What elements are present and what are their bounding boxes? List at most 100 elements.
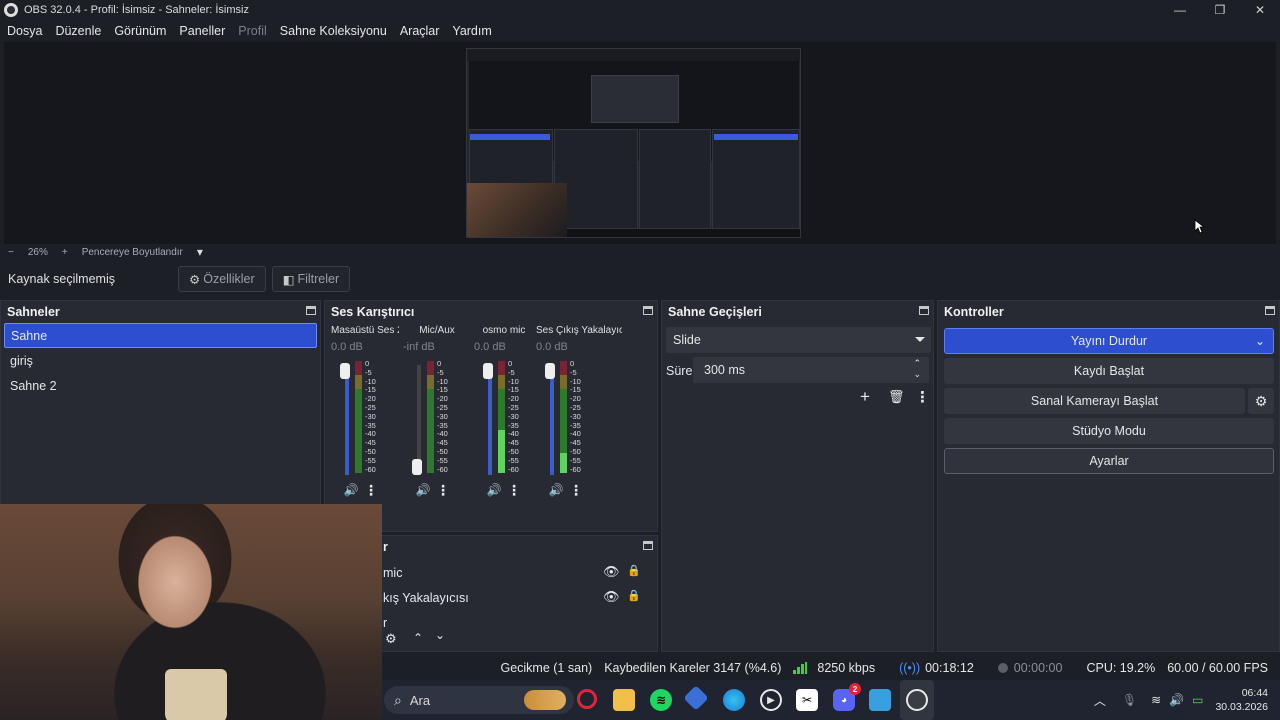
scene-item[interactable]: Sahne (4, 323, 317, 348)
volume-slider-track[interactable] (345, 365, 349, 475)
zoom-out-button[interactable]: − (8, 247, 14, 258)
lock-icon[interactable]: 🔒 (627, 589, 641, 602)
scene-item[interactable]: giriş (4, 348, 317, 373)
close-button[interactable]: ✕ (1240, 0, 1280, 20)
clock[interactable]: 06:44 30.03.2026 (1215, 686, 1268, 714)
delay-status: Gecikme (1 san) (500, 661, 593, 675)
db-tick-label: -60 (570, 464, 581, 474)
volume-slider-handle[interactable] (340, 363, 350, 379)
undock-icon[interactable] (643, 306, 653, 315)
eye-icon[interactable]: 👁 (603, 564, 620, 580)
fit-to-window-label[interactable]: Pencereye Boyutlandır (82, 247, 183, 258)
capcut-icon[interactable]: ✂ (796, 689, 818, 711)
zoom-dropdown-icon[interactable]: ▾ (197, 245, 203, 259)
mixer-channel: Masaüstü Ses 2 0.0 dB 0 -5 -10 -15 -20 -25 -30 -3… (329, 323, 399, 505)
minimize-button[interactable]: — (1160, 0, 1200, 20)
search-icon: ⌕ (394, 691, 402, 708)
microphone-icon[interactable]: 🎙 (1122, 693, 1137, 707)
db-scale: 0 -5 -10 -15 -20 -25 -30 -35 -40 -45 -50 -55 -60 (365, 359, 376, 474)
menu-scene-collection[interactable]: Sahne Koleksiyonu (273, 24, 393, 38)
undock-icon[interactable] (306, 306, 316, 315)
chevron-down-icon[interactable]: ⌄ (435, 628, 445, 642)
taskbar-search[interactable]: ⌕ Ara (384, 686, 574, 714)
volume-slider-handle[interactable] (412, 459, 422, 475)
menu-tools[interactable]: Araçlar (393, 24, 446, 38)
more-menu-icon[interactable]: ⋮ (361, 481, 381, 499)
fps-status: 60.00 / 60.00 FPS (1167, 661, 1268, 675)
title-bar: OBS 32.0.4 - Profil: İsimsiz - Sahneler:… (0, 0, 1280, 20)
source-item[interactable]: r (383, 616, 387, 630)
transition-select[interactable]: Slide (666, 327, 931, 353)
volume-slider-track[interactable] (488, 365, 492, 475)
volume-icon[interactable]: 🔊 (1169, 693, 1184, 707)
discord-icon[interactable]: ◕ 2 (833, 683, 861, 711)
sources-title: r (383, 540, 388, 554)
trash-icon[interactable]: 🗑 (888, 389, 905, 405)
filters-button[interactable]: ◧ Filtreler (271, 266, 351, 292)
mixer-channels: Masaüstü Ses 2 0.0 dB 0 -5 -10 -15 -20 -25 -30 -3… (329, 323, 622, 505)
speaker-icon[interactable]: 🔊 (413, 481, 433, 499)
menu-file[interactable]: Dosya (0, 24, 48, 38)
menu-profile[interactable]: Profil (231, 24, 272, 38)
channel-db: 0.0 dB (331, 341, 363, 353)
start-virtualcam-button[interactable]: Sanal Kamerayı Başlat (944, 388, 1245, 414)
scene-item[interactable]: Sahne 2 (4, 373, 317, 398)
gear-icon[interactable]: ⚙ (385, 631, 397, 647)
menu-docks[interactable]: Paneller (172, 24, 231, 38)
search-highlight-image (524, 690, 566, 710)
add-transition-icon[interactable]: + (860, 387, 870, 407)
filter-icon: ◧ (282, 272, 295, 287)
duration-spinbox[interactable]: 300 ms ⌃ ⌄ (693, 357, 929, 383)
more-menu-icon[interactable]: ⋮ (566, 481, 586, 499)
volume-slider-handle[interactable] (545, 363, 555, 379)
transitions-dock: Sahne Geçişleri Slide Süre 300 ms ⌃ ⌄ + 🗑… (661, 300, 934, 652)
settings-button[interactable]: Ayarlar (944, 448, 1274, 474)
more-menu-icon[interactable]: ⋮ (915, 388, 930, 406)
zoom-in-button[interactable]: + (62, 247, 68, 258)
speaker-icon[interactable]: 🔊 (546, 481, 566, 499)
more-menu-icon[interactable]: ⋮ (433, 481, 453, 499)
maximize-button[interactable]: ❐ (1200, 0, 1240, 20)
cpu-status: CPU: 19.2% (1086, 661, 1156, 675)
source-item[interactable]: kış Yakalayıcısı (383, 591, 469, 605)
source-item[interactable]: mic (383, 566, 402, 580)
volume-slider-handle[interactable] (483, 363, 493, 379)
channel-db: -inf dB (403, 341, 435, 353)
more-menu-icon[interactable]: ⋮ (504, 481, 524, 499)
channel-name: Ses Çıkış Yakalayıcısı (536, 325, 622, 336)
wifi-icon[interactable]: ≋ (1151, 693, 1161, 707)
chevron-up-icon[interactable]: ⌃ (413, 631, 423, 645)
volume-slider-track[interactable] (550, 365, 554, 475)
battery-icon[interactable]: ▭ (1192, 693, 1203, 707)
eye-icon[interactable]: 👁 (603, 589, 620, 605)
spotify-icon[interactable]: ≋ (650, 689, 672, 711)
start-recording-button[interactable]: Kaydı Başlat (944, 358, 1274, 384)
undock-icon[interactable] (643, 541, 653, 550)
menu-view[interactable]: Görünüm (107, 24, 172, 38)
app-icon[interactable] (869, 689, 891, 711)
media-player-icon[interactable]: ▶ (760, 689, 782, 711)
menu-edit[interactable]: Düzenle (48, 24, 107, 38)
menu-help[interactable]: Yardım (445, 24, 497, 38)
gear-icon: ⚙ (189, 272, 201, 287)
app-icon[interactable] (683, 685, 709, 711)
file-explorer-icon[interactable] (613, 689, 635, 711)
mug-image (165, 669, 227, 720)
speaker-icon[interactable]: 🔊 (341, 481, 361, 499)
chevron-down-icon[interactable]: ⌄ (1255, 334, 1265, 348)
speaker-icon[interactable]: 🔊 (484, 481, 504, 499)
properties-button[interactable]: ⚙ Özellikler (178, 266, 266, 292)
edge-icon[interactable] (723, 689, 745, 711)
virtualcam-settings-button[interactable]: ⚙ (1248, 388, 1274, 414)
chevron-up-icon[interactable]: ︿ (1094, 692, 1106, 709)
audio-mixer-dock: Ses Karıştırıcı Masaüstü Ses 2 0.0 dB 0 -5-… (324, 300, 658, 532)
spin-arrows-icon[interactable]: ⌃ ⌄ (913, 358, 921, 380)
scenes-title: Sahneler (7, 305, 60, 319)
undock-icon[interactable] (919, 306, 929, 315)
undock-icon[interactable] (1265, 306, 1275, 315)
active-app-highlight (900, 680, 934, 720)
lock-icon[interactable]: 🔒 (627, 564, 641, 577)
studio-mode-button[interactable]: Stüdyo Modu (944, 418, 1274, 444)
stop-streaming-button[interactable]: Yayını Durdur ⌄ (944, 328, 1274, 354)
opera-icon[interactable] (577, 689, 597, 709)
